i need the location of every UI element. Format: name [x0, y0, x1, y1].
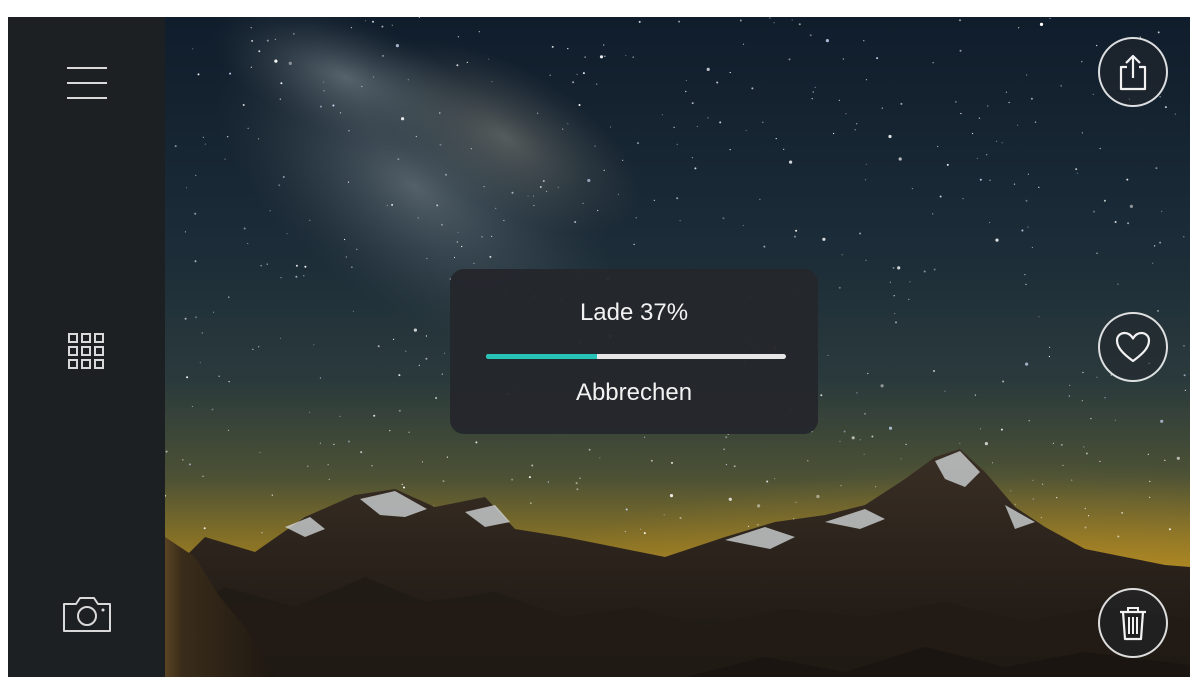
trash-icon [1120, 607, 1146, 641]
gallery-grid-button[interactable] [65, 329, 109, 373]
heart-icon [1115, 331, 1151, 363]
sidebar [8, 17, 165, 677]
delete-button[interactable] [1098, 588, 1168, 658]
loading-status-text: Lade 37% [579, 299, 689, 326]
progress-bar-fill [486, 354, 597, 359]
menu-button[interactable] [63, 61, 111, 105]
app-frame: Lade 37% Abbrechen [8, 17, 1190, 677]
cancel-button[interactable]: Abbrechen [450, 379, 818, 407]
favorite-button[interactable] [1098, 312, 1168, 382]
progress-bar [486, 354, 786, 359]
menu-icon [66, 67, 107, 99]
loading-dialog: Lade 37% Abbrechen [450, 269, 818, 434]
share-icon [1119, 54, 1147, 91]
camera-button[interactable] [59, 591, 115, 637]
camera-icon [62, 597, 111, 632]
grid-icon [67, 333, 104, 369]
share-button[interactable] [1098, 37, 1168, 107]
